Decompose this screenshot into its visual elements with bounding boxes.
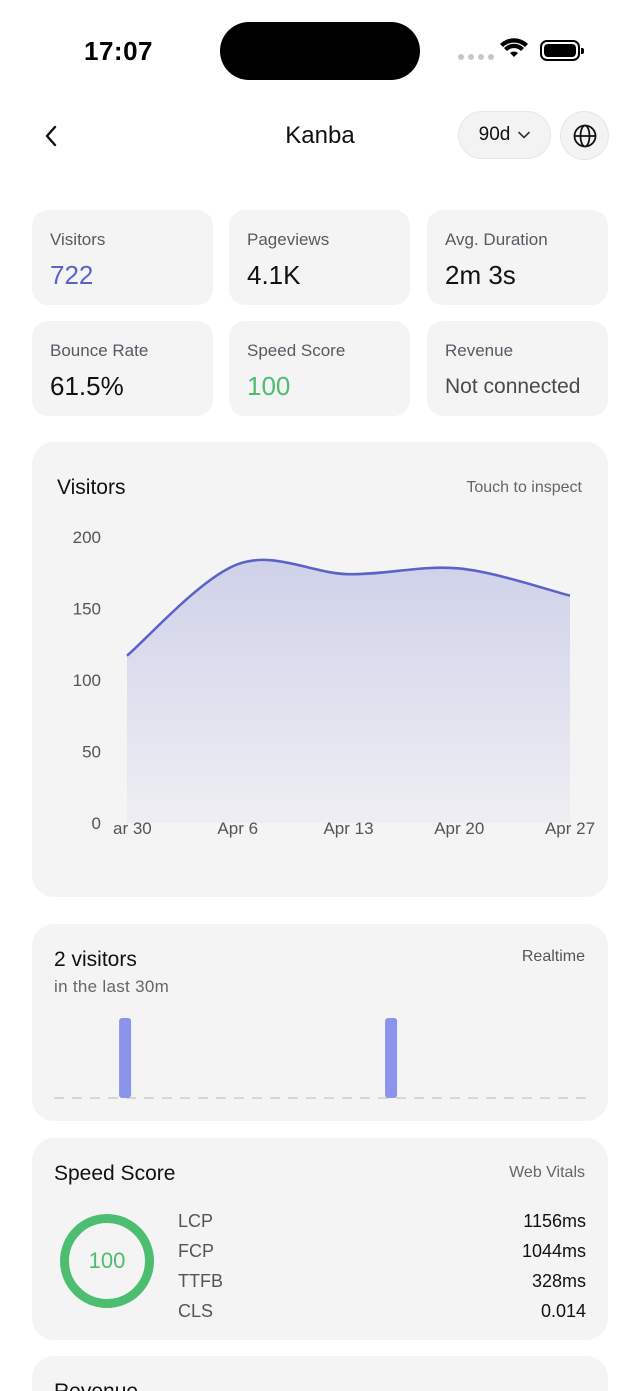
revenue-card[interactable]: Revenue [32, 1356, 608, 1391]
vital-name: FCP [178, 1240, 214, 1261]
vital-value: 328ms [531, 1270, 586, 1291]
y-tick-label: 200 [73, 528, 101, 547]
realtime-card[interactable]: 2 visitors in the last 30m Realtime [32, 924, 608, 1121]
web-vitals-list: LCP 1156ms FCP 1044ms TTFB 328ms CLS 0.0… [178, 1206, 586, 1326]
x-tick-label: Apr 20 [434, 819, 484, 838]
revenue-title: Revenue [54, 1380, 138, 1391]
stat-label: Pageviews [247, 230, 330, 249]
stat-card-pageviews[interactable]: Pageviews 4.1K [229, 210, 410, 305]
vital-row-ttfb: TTFB 328ms [178, 1266, 586, 1296]
date-range-dropdown[interactable]: 90d [458, 111, 551, 159]
speed-title: Speed Score [54, 1162, 176, 1185]
vital-value: 0.014 [540, 1300, 586, 1321]
x-tick-label: ar 30 [113, 819, 152, 838]
realtime-bars [54, 1018, 586, 1099]
stat-value: 722 [50, 260, 94, 290]
vital-value: 1044ms [521, 1240, 586, 1261]
stat-value: 61.5% [50, 371, 124, 401]
visitors-chart-card[interactable]: Visitors Touch to inspect 200 150 100 50 0 ar… [32, 442, 608, 897]
stat-label: Visitors [50, 230, 106, 249]
stat-card-visitors[interactable]: Visitors 722 [32, 210, 213, 305]
stat-value: 4.1K [247, 260, 301, 290]
visitors-area-fill [127, 559, 570, 823]
speed-score-value: 100 [88, 1248, 126, 1273]
dynamic-island [220, 22, 420, 80]
clock: 17:07 [84, 36, 153, 66]
vital-row-fcp: FCP 1044ms [178, 1236, 586, 1266]
wifi-icon [500, 38, 528, 65]
y-tick-label: 0 [92, 814, 101, 833]
battery-icon [540, 40, 584, 61]
y-tick-label: 50 [82, 743, 101, 762]
vital-row-lcp: LCP 1156ms [178, 1206, 586, 1236]
stat-label: Revenue [445, 341, 514, 360]
stat-label: Avg. Duration [445, 230, 548, 249]
vital-row-cls: CLS 0.014 [178, 1296, 586, 1326]
stat-value: 100 [247, 371, 291, 401]
stat-value: Not connected [445, 375, 581, 398]
y-tick-label: 150 [73, 600, 101, 619]
status-bar: 17:07 [0, 0, 640, 100]
x-tick-label: Apr 6 [217, 819, 258, 838]
chevron-down-icon [518, 131, 531, 139]
web-vitals-badge: Web Vitals [509, 1164, 585, 1181]
speed-score-gauge: 100 [60, 1214, 154, 1308]
stat-value: 2m 3s [445, 260, 516, 290]
vital-name: LCP [178, 1210, 214, 1231]
stat-card-bounce-rate[interactable]: Bounce Rate 61.5% [32, 321, 213, 416]
stat-card-avg-duration[interactable]: Avg. Duration 2m 3s [427, 210, 608, 305]
nav-header: Kanba 90d [0, 100, 640, 192]
realtime-bar [119, 1018, 132, 1098]
stat-label: Bounce Rate [50, 341, 149, 360]
date-range-value: 90d [478, 124, 511, 145]
stat-card-speed-score[interactable]: Speed Score 100 [229, 321, 410, 416]
cellular-icon [458, 54, 494, 60]
stat-card-revenue[interactable]: Revenue Not connected [427, 321, 608, 416]
y-tick-label: 100 [73, 671, 101, 690]
globe-button[interactable] [560, 111, 609, 160]
vital-name: TTFB [178, 1270, 223, 1291]
vital-name: CLS [178, 1300, 214, 1321]
realtime-bar [385, 1018, 398, 1098]
speed-score-card[interactable]: Speed Score Web Vitals 100 LCP 1156ms FC… [32, 1138, 608, 1340]
visitors-chart[interactable]: 200 150 100 50 0 ar 30 Apr 6 Apr 13 Apr 20 Apr 27 [32, 442, 608, 897]
globe-icon [573, 124, 596, 147]
x-tick-label: Apr 13 [323, 819, 373, 838]
stat-label: Speed Score [247, 341, 346, 360]
vital-value: 1156ms [523, 1210, 586, 1231]
x-tick-label: Apr 27 [545, 819, 595, 838]
